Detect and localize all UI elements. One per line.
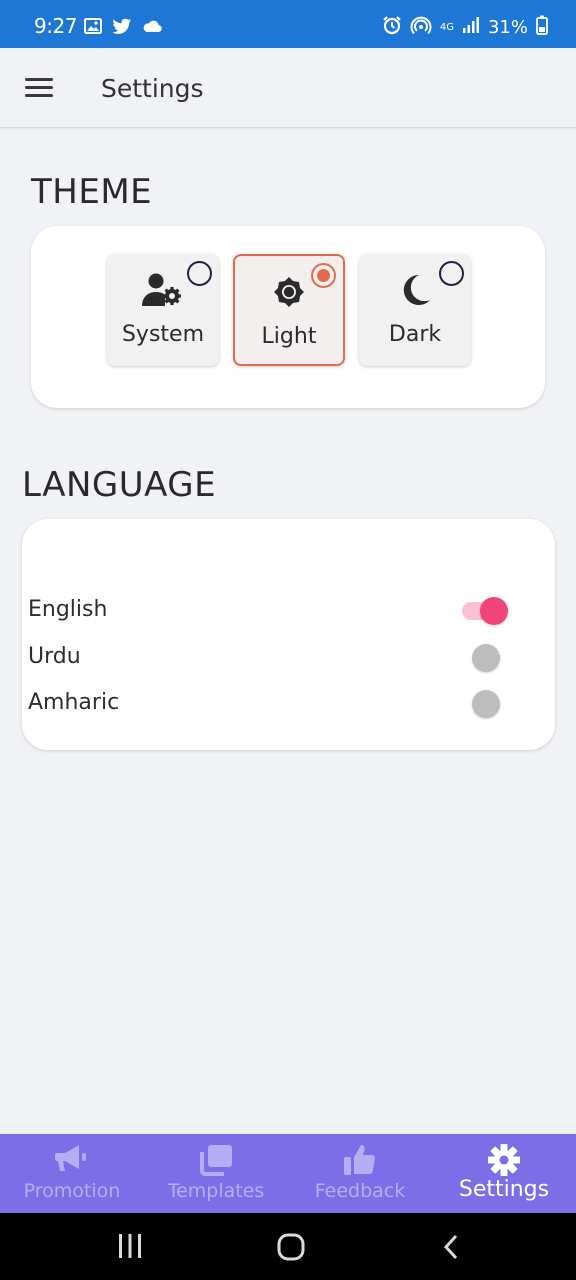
- language-row-urdu: Urdu: [28, 640, 508, 676]
- theme-option-light[interactable]: Light: [233, 254, 345, 366]
- user-gear-icon: [107, 272, 219, 308]
- megaphone-icon: [0, 1143, 144, 1177]
- nav-item-promotion[interactable]: Promotion: [0, 1134, 144, 1213]
- urdu-toggle[interactable]: [458, 644, 508, 672]
- theme-option-system[interactable]: System: [107, 254, 219, 366]
- image-icon: [84, 18, 102, 38]
- theme-option-label: Dark: [388, 322, 442, 347]
- hotspot-icon: [410, 15, 432, 40]
- moon-icon: [359, 272, 471, 308]
- language-row-english: English: [28, 593, 508, 629]
- nav-label: Promotion: [23, 1180, 121, 1202]
- theme-card: System Light Dark: [31, 226, 545, 408]
- nav-label: Settings: [458, 1177, 550, 1202]
- english-toggle[interactable]: [458, 597, 508, 625]
- thumbs-up-icon: [288, 1143, 432, 1177]
- gear-icon: [432, 1143, 576, 1177]
- bottom-nav: Promotion Templates Feedback Settings: [0, 1134, 576, 1213]
- recents-button[interactable]: [118, 1233, 142, 1263]
- status-left-icons: [84, 18, 162, 38]
- theme-option-dark[interactable]: Dark: [359, 254, 471, 366]
- amharic-toggle[interactable]: [458, 690, 508, 718]
- system-nav-bar: [0, 1213, 576, 1280]
- templates-icon: [144, 1143, 288, 1177]
- network-type: 4G: [439, 21, 454, 33]
- language-heading: LANGUAGE: [22, 465, 217, 505]
- battery-icon: [536, 15, 548, 40]
- back-button[interactable]: [442, 1233, 460, 1265]
- language-row-amharic: Amharic: [28, 686, 508, 722]
- nav-item-templates[interactable]: Templates: [144, 1134, 288, 1213]
- twitter-icon: [112, 18, 132, 38]
- theme-option-label: Light: [261, 324, 317, 349]
- nav-label: Feedback: [314, 1180, 406, 1202]
- home-button[interactable]: [277, 1233, 305, 1265]
- battery-percentage: 31%: [487, 17, 528, 38]
- page-title: Settings: [101, 74, 204, 103]
- status-right-icons: 4G 31%: [382, 15, 548, 40]
- alarm-icon: [382, 15, 402, 40]
- app-bar: Settings: [0, 48, 576, 128]
- language-label: Amharic: [28, 690, 120, 715]
- theme-option-label: System: [121, 322, 205, 347]
- nav-item-feedback[interactable]: Feedback: [288, 1134, 432, 1213]
- sun-icon: [235, 274, 343, 310]
- status-bar: 9:27 4G 31%: [0, 0, 576, 48]
- menu-icon[interactable]: [25, 78, 53, 98]
- language-label: English: [28, 597, 108, 622]
- language-label: Urdu: [28, 644, 81, 669]
- theme-heading: THEME: [31, 172, 153, 212]
- nav-item-settings[interactable]: Settings: [432, 1134, 576, 1213]
- cloud-icon: [142, 18, 162, 38]
- nav-label: Templates: [167, 1180, 265, 1202]
- signal-icon: [462, 16, 480, 39]
- status-time: 9:27: [34, 14, 77, 38]
